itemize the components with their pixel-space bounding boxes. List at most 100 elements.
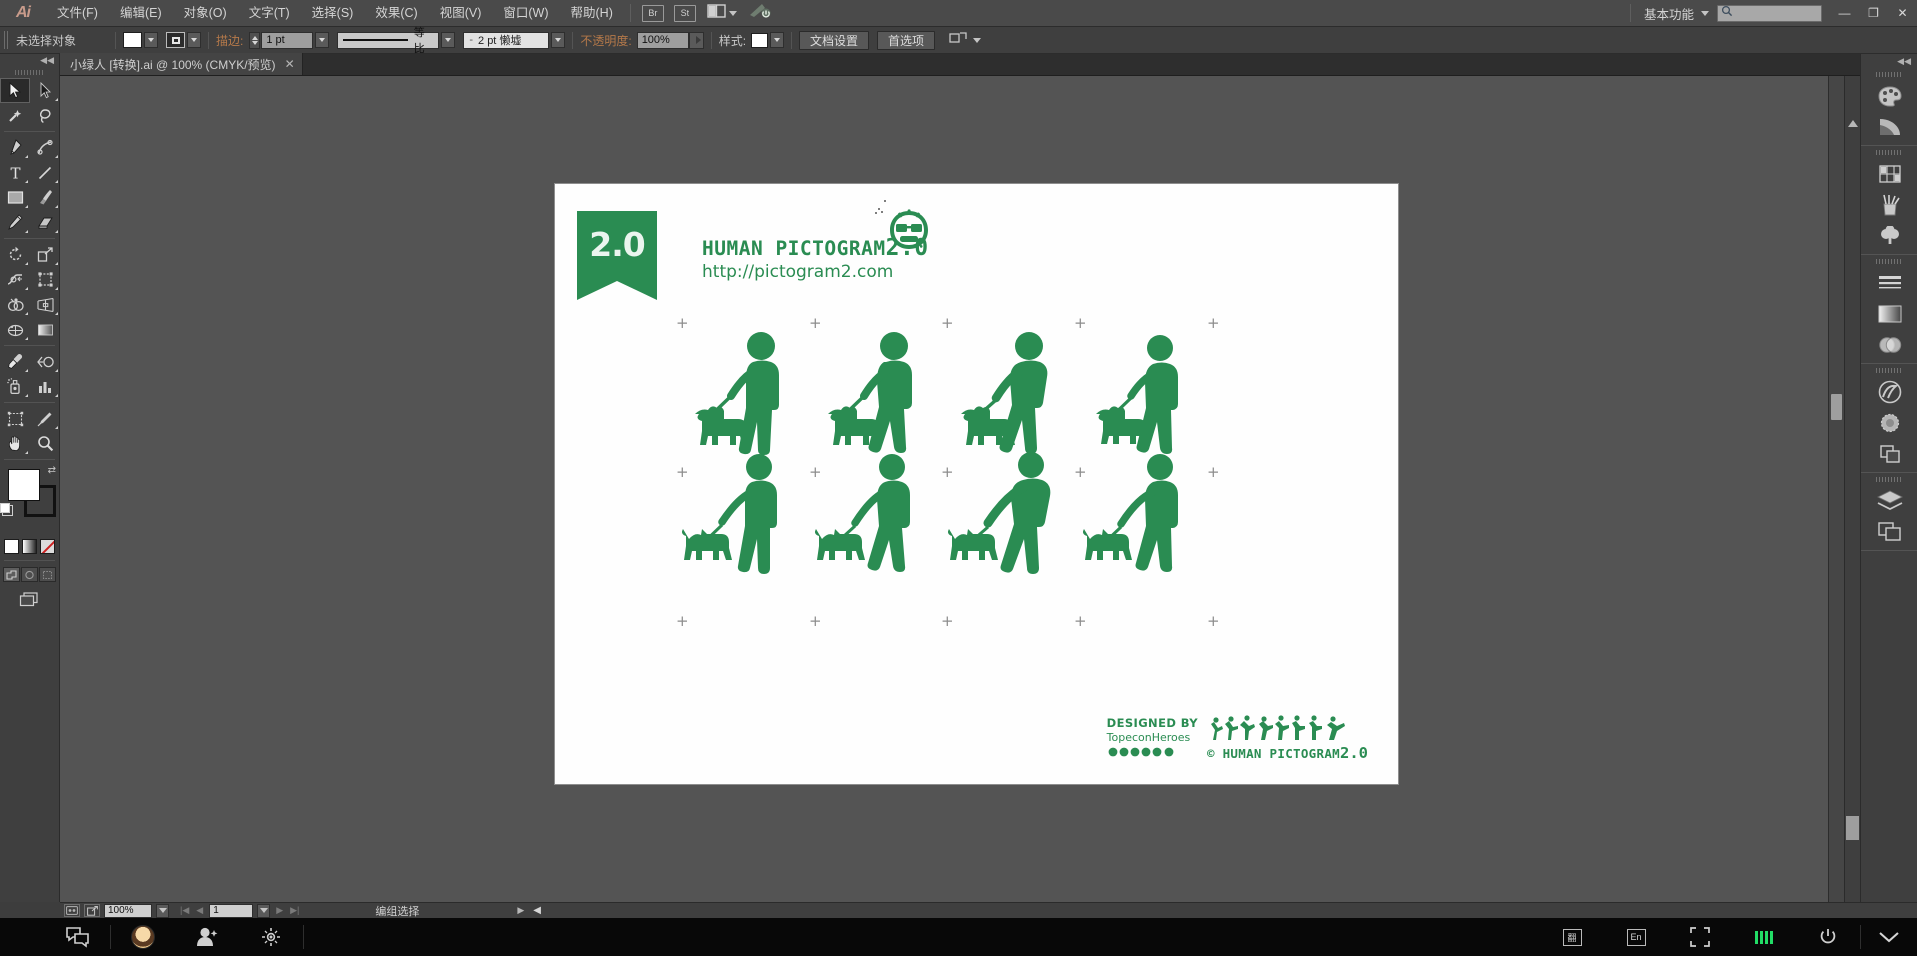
color-mode-color-button[interactable] [4,539,19,554]
next-artboard-icon[interactable]: ▶ [274,905,285,916]
dock-group-grip[interactable] [1861,148,1917,157]
hand-tool[interactable] [0,431,30,456]
fill-color-dropdown[interactable] [144,32,158,48]
dock-group-grip[interactable] [1861,475,1917,484]
dock-group-grip[interactable] [1861,70,1917,79]
dog-walk-figure-4[interactable] [1076,326,1236,456]
document-tab[interactable]: 小绿人 [转换].ai @ 100% (CMYK/预览) ✕ [60,53,303,75]
graphic-style-dropdown[interactable] [770,32,785,48]
panel-brushes[interactable] [1861,189,1917,220]
color-mode-gradient-button[interactable] [22,539,37,554]
panel-artboards[interactable] [1861,516,1917,547]
line-segment-tool[interactable] [30,160,60,185]
zoom-level-input[interactable]: 100% [104,903,152,918]
brush-definition-dropdown[interactable] [551,32,566,48]
opacity-input[interactable]: 100% [636,31,689,49]
panel-stroke[interactable] [1861,267,1917,298]
artboard[interactable]: 2.0 HUMAN PICTOGRAM 2.0 http://pictogram2… [555,184,1398,784]
artboard-number-dropdown[interactable] [257,903,271,918]
transform-flyout-icon[interactable] [949,30,968,51]
tray-power-icon[interactable] [1796,918,1860,956]
panel-color[interactable] [1861,80,1917,111]
swap-fill-stroke-icon[interactable]: ⇄ [48,465,56,476]
dock-scroll-handle[interactable] [1846,816,1859,840]
menu-effect[interactable]: 效果(C) [364,0,428,27]
panel-layers[interactable] [1861,485,1917,516]
bridge-icon[interactable]: Br [641,4,664,22]
pencil-tool[interactable] [0,210,30,235]
status-flyout-next-icon[interactable]: ▶ [517,905,524,916]
panel-swatches[interactable] [1861,158,1917,189]
tools-collapse-button[interactable]: ◀◀ [0,54,59,67]
stroke-color-swatch[interactable] [166,32,185,48]
taskbar-avatar[interactable] [111,918,175,956]
rotate-tool[interactable] [0,242,30,267]
curvature-tool[interactable] [30,135,60,160]
preferences-button[interactable]: 首选项 [877,30,936,50]
default-fill-stroke-icon[interactable] [0,503,13,516]
brush-definition-select[interactable]: - 2 pt 懒墟 [463,31,550,49]
dock-collapse-button[interactable]: ◀◀ [1861,54,1917,68]
paintbrush-tool[interactable] [30,185,60,210]
tray-expand-icon[interactable] [1861,918,1917,956]
search-input[interactable] [1717,4,1822,22]
prev-artboard-icon[interactable]: ◀ [194,905,205,916]
draw-normal-button[interactable] [3,567,20,582]
change-screen-mode-button[interactable] [17,590,43,608]
panel-align[interactable] [1861,407,1917,438]
menu-type[interactable]: 文字(T) [238,0,301,27]
stroke-weight-input[interactable]: 1 pt [261,31,314,49]
stroke-color-dropdown[interactable] [187,32,201,48]
gradient-tool[interactable] [30,317,60,342]
tools-panel-grip[interactable] [0,67,59,78]
draw-inside-button[interactable] [39,567,56,582]
panel-color-guide[interactable] [1861,111,1917,142]
menu-view[interactable]: 视图(V) [429,0,493,27]
window-restore-button[interactable]: ❐ [1859,0,1888,26]
workspace-chevron-down-icon[interactable] [1701,10,1709,16]
zoom-level-dropdown[interactable] [156,903,169,918]
column-graph-tool[interactable] [30,374,60,399]
dock-group-grip[interactable] [1861,366,1917,375]
panel-gradient[interactable] [1861,298,1917,329]
magic-wand-tool[interactable] [0,103,30,128]
artboard-tool[interactable] [0,406,30,431]
eraser-tool[interactable] [30,210,60,235]
taskbar-settings-icon[interactable] [239,918,303,956]
workspace-label[interactable]: 基本功能 [1637,4,1701,23]
pen-tool[interactable] [0,135,30,160]
fill-color-control[interactable] [8,469,40,501]
panel-symbols[interactable] [1861,220,1917,251]
tray-capture-icon[interactable] [1668,918,1732,956]
stroke-profile-select[interactable]: 等比 [337,27,440,55]
share-on-behance-icon[interactable] [84,904,100,917]
dock-expand-triangle-icon[interactable] [1848,120,1858,127]
panel-pathfinder[interactable] [1861,438,1917,469]
taskbar-contacts-icon[interactable] [175,918,239,956]
width-tool[interactable] [0,267,30,292]
stroke-weight-stepper[interactable] [249,31,261,49]
artboard-navigation-icon[interactable] [64,904,80,917]
lasso-tool[interactable] [30,103,60,128]
control-bar-overflow-chevron-icon[interactable] [973,37,982,43]
tray-translate-icon[interactable]: 翻 [1540,918,1604,956]
dog-walk-figure-8[interactable] [1076,449,1236,579]
direct-selection-tool[interactable] [30,78,60,103]
eyedropper-tool[interactable] [0,349,30,374]
control-bar-grip[interactable] [4,31,10,49]
mesh-tool[interactable] [0,317,30,342]
menu-object[interactable]: 对象(O) [173,0,238,27]
dock-collapse-strip[interactable] [1844,76,1860,902]
panel-cc-libraries[interactable] [1861,376,1917,407]
artboard-number-input[interactable]: 1 [209,903,254,918]
stroke-weight-dropdown[interactable] [315,32,330,48]
status-flyout-prev-icon[interactable]: ◀ [533,905,541,916]
perspective-grid-tool[interactable] [30,292,60,317]
blend-tool[interactable] [30,349,60,374]
document-setup-button[interactable]: 文档设置 [799,30,870,50]
menu-file[interactable]: 文件(F) [46,0,109,27]
type-tool[interactable]: T [0,160,30,185]
graphic-style-swatch[interactable] [751,32,769,48]
selection-tool[interactable] [0,78,30,103]
scale-tool[interactable] [30,242,60,267]
